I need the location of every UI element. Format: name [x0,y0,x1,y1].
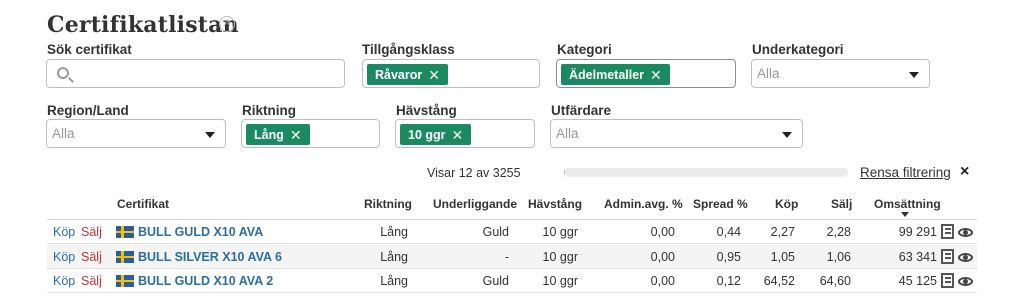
col-leverage[interactable]: Hävstång [528,197,582,211]
certificate-name-link[interactable]: BULL GULD X10 AVA 2 [138,274,273,288]
admin-fee-cell: 0,00 [650,225,675,239]
buy-price-cell: 2,27 [770,225,795,239]
col-turnover[interactable]: Omsättning [874,197,941,211]
region-select[interactable]: Alla [46,119,226,148]
buy-link[interactable]: Köp [53,225,75,239]
buy-price-cell: 64,52 [763,274,795,288]
subcategory-select[interactable]: Alla [751,59,930,88]
search-label: Sök certifikat [47,42,132,57]
col-buy[interactable]: Köp [775,197,798,211]
remove-chip-icon[interactable]: ✕ [650,68,662,82]
chevron-down-icon [782,132,792,138]
chevron-down-icon [909,72,919,78]
issuer-select[interactable]: Alla [550,119,803,148]
admin-fee-cell: 0,00 [650,250,675,264]
info-icon[interactable]: A [219,16,235,32]
document-icon[interactable] [941,224,954,239]
sell-link[interactable]: Sälj [81,225,102,239]
col-sell[interactable]: Sälj [831,197,852,211]
remove-chip-icon[interactable]: ✕ [428,68,440,82]
category-chip[interactable]: Ädelmetaller ✕ [561,64,670,85]
direction-select[interactable]: Lång ✕ [241,119,380,148]
direction-cell: Lång [380,225,408,239]
leverage-cell: 10 ggr [542,250,578,264]
leverage-cell: 10 ggr [542,225,578,239]
certificate-name-link[interactable]: BULL GULD X10 AVA [138,225,263,239]
certificate-name-link[interactable]: BULL SILVER X10 AVA 6 [138,250,282,264]
underlying-cell: Guld [482,225,509,239]
document-icon[interactable] [941,273,954,288]
eye-icon[interactable] [958,253,973,262]
chevron-down-icon [205,132,215,138]
underlying-cell: Guld [482,274,509,288]
results-progress-fill [564,168,566,177]
sweden-flag-icon [116,226,134,238]
category-label: Kategori [557,42,612,57]
category-chip-label: Ädelmetaller [569,67,645,82]
remove-chip-icon[interactable]: ✕ [452,128,464,142]
leverage-chip[interactable]: 10 ggr ✕ [400,124,472,145]
direction-chip[interactable]: Lång ✕ [246,124,310,145]
results-progress [564,168,848,177]
col-certificate[interactable]: Certifikat [117,197,169,211]
table-row[interactable]: Köp Sälj BULL SILVER X10 AVA 6 Lång - 10 ggr 0… [47,245,977,269]
direction-cell: Lång [380,250,408,264]
sweden-flag-icon [116,275,134,287]
buy-link[interactable]: Köp [53,250,75,264]
table-row[interactable]: Köp Sälj BULL GULD X10 AVA Lång Guld 10 ggr 0,… [47,220,977,244]
col-direction[interactable]: Riktning [364,197,412,211]
sort-desc-icon[interactable] [901,212,909,217]
leverage-select[interactable]: 10 ggr ✕ [395,119,535,148]
asset-class-chip-label: Råvaror [375,67,423,82]
underlying-cell: - [504,250,509,264]
admin-fee-cell: 0,00 [650,274,675,288]
asset-class-select[interactable]: Råvaror ✕ [362,59,540,88]
asset-class-chip[interactable]: Råvaror ✕ [367,64,448,85]
clear-filters-link[interactable]: Rensa filtrering [860,165,951,180]
search-input[interactable] [46,59,345,88]
subcategory-label: Underkategori [752,42,844,57]
close-icon[interactable]: × [960,163,969,181]
subcategory-value: Alla [757,66,780,81]
turnover-cell: 63 341 [898,250,937,264]
sell-price-cell: 1,06 [826,250,851,264]
sell-link[interactable]: Sälj [81,250,102,264]
eye-icon[interactable] [958,277,973,286]
col-underlying[interactable]: Underliggande [433,197,517,211]
spread-cell: 0,44 [716,225,741,239]
issuer-value: Alla [556,126,579,141]
region-value: Alla [52,126,75,141]
remove-chip-icon[interactable]: ✕ [290,128,302,142]
results-count: Visar 12 av 3255 [427,166,521,180]
issuer-label: Utfärdare [551,103,612,118]
sell-price-cell: 64,60 [819,274,851,288]
eye-icon[interactable] [958,228,973,237]
leverage-chip-label: 10 ggr [408,127,446,142]
turnover-cell: 45 125 [898,274,937,288]
direction-label: Riktning [242,103,296,118]
col-spread[interactable]: Spread % [693,197,748,211]
table-row[interactable]: Köp Sälj BULL GULD X10 AVA 2 Lång Guld 10 ggr… [47,269,977,293]
document-icon[interactable] [941,249,954,264]
category-select[interactable]: Ädelmetaller ✕ [556,59,736,88]
col-admin-fee[interactable]: Admin.avg. % [604,197,683,211]
page-title: Certifikatlistan [47,12,239,38]
buy-price-cell: 1,05 [770,250,795,264]
leverage-cell: 10 ggr [542,274,578,288]
sweden-flag-icon [116,251,134,263]
turnover-cell: 99 291 [898,225,937,239]
spread-cell: 0,95 [716,250,741,264]
direction-chip-label: Lång [254,127,284,142]
buy-link[interactable]: Köp [53,274,75,288]
direction-cell: Lång [380,274,408,288]
search-icon [57,67,69,79]
spread-cell: 0,12 [716,274,741,288]
asset-class-label: Tillgångsklass [362,42,455,57]
sell-price-cell: 2,28 [826,225,851,239]
region-label: Region/Land [47,103,129,118]
sell-link[interactable]: Sälj [81,274,102,288]
leverage-label: Hävstång [396,103,457,118]
